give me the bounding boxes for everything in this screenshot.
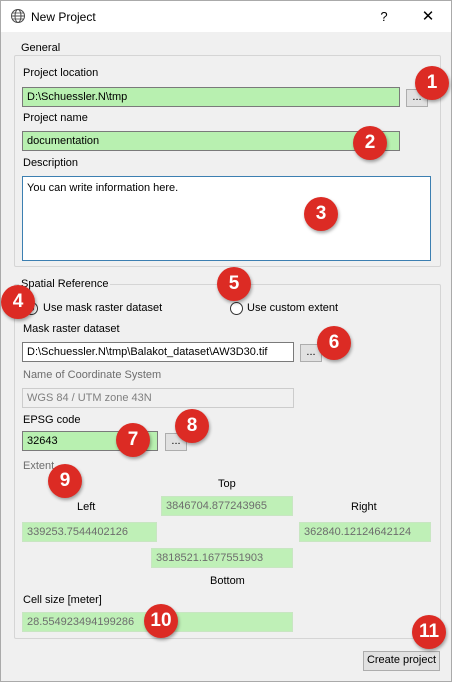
project-location-label: Project location — [23, 67, 99, 79]
use-mask-raster-label[interactable]: Use mask raster dataset — [43, 302, 162, 314]
annotation-badge-5: 5 — [217, 267, 251, 301]
annotation-badge-2: 2 — [353, 126, 387, 160]
description-text: You can write information here. — [27, 182, 179, 194]
extent-top-label: Top — [218, 478, 236, 490]
globe-icon — [11, 9, 25, 23]
project-name-field[interactable]: documentation — [22, 131, 400, 151]
extent-bottom-label: Bottom — [210, 575, 245, 587]
help-button[interactable]: ? — [373, 6, 395, 28]
new-project-dialog: New Project ? ✕ General Project location… — [0, 0, 452, 682]
annotation-badge-8: 8 — [175, 409, 209, 443]
use-custom-extent-label[interactable]: Use custom extent — [247, 302, 338, 314]
annotation-badge-7: 7 — [116, 423, 150, 457]
create-project-button[interactable]: Create project — [363, 651, 440, 671]
extent-right-field[interactable]: 362840.12124642124 — [299, 522, 431, 542]
general-group-title: General — [19, 42, 63, 54]
annotation-badge-10: 10 — [144, 604, 178, 638]
mask-raster-field[interactable]: D:\Schuessler.N\tmp\Balakot_dataset\AW3D… — [22, 342, 294, 362]
window-title: New Project — [31, 10, 96, 24]
extent-left-field[interactable]: 339253.7544402126 — [22, 522, 157, 542]
description-label: Description — [23, 157, 79, 169]
project-name-label: Project name — [23, 112, 88, 124]
description-textarea[interactable]: You can write information here. — [22, 176, 431, 261]
annotation-badge-1: 1 — [415, 66, 449, 100]
annotation-badge-11: 11 — [412, 615, 446, 649]
use-custom-extent-radio[interactable] — [230, 302, 243, 315]
extent-top-field[interactable]: 3846704.877243965 — [161, 496, 293, 516]
extent-label: Extent — [23, 460, 55, 472]
spatial-reference-title: Spatial Reference — [19, 278, 111, 290]
extent-right-label: Right — [351, 501, 377, 513]
close-button[interactable]: ✕ — [417, 6, 439, 28]
cell-size-label: Cell size [meter] — [23, 594, 102, 606]
extent-left-label: Left — [77, 501, 96, 513]
epsg-label: EPSG code — [23, 414, 81, 426]
extent-bottom-field[interactable]: 3818521.1677551903 — [151, 548, 293, 568]
crs-field: WGS 84 / UTM zone 43N — [22, 388, 294, 408]
mask-raster-label: Mask raster dataset — [23, 323, 120, 335]
title-bar: New Project ? ✕ — [1, 1, 451, 32]
crs-label: Name of Coordinate System — [23, 369, 162, 381]
annotation-badge-4: 4 — [1, 285, 35, 319]
annotation-badge-9: 9 — [48, 464, 82, 498]
project-location-field[interactable]: D:\Schuessler.N\tmp — [22, 87, 400, 107]
annotation-badge-6: 6 — [317, 326, 351, 360]
annotation-badge-3: 3 — [304, 197, 338, 231]
